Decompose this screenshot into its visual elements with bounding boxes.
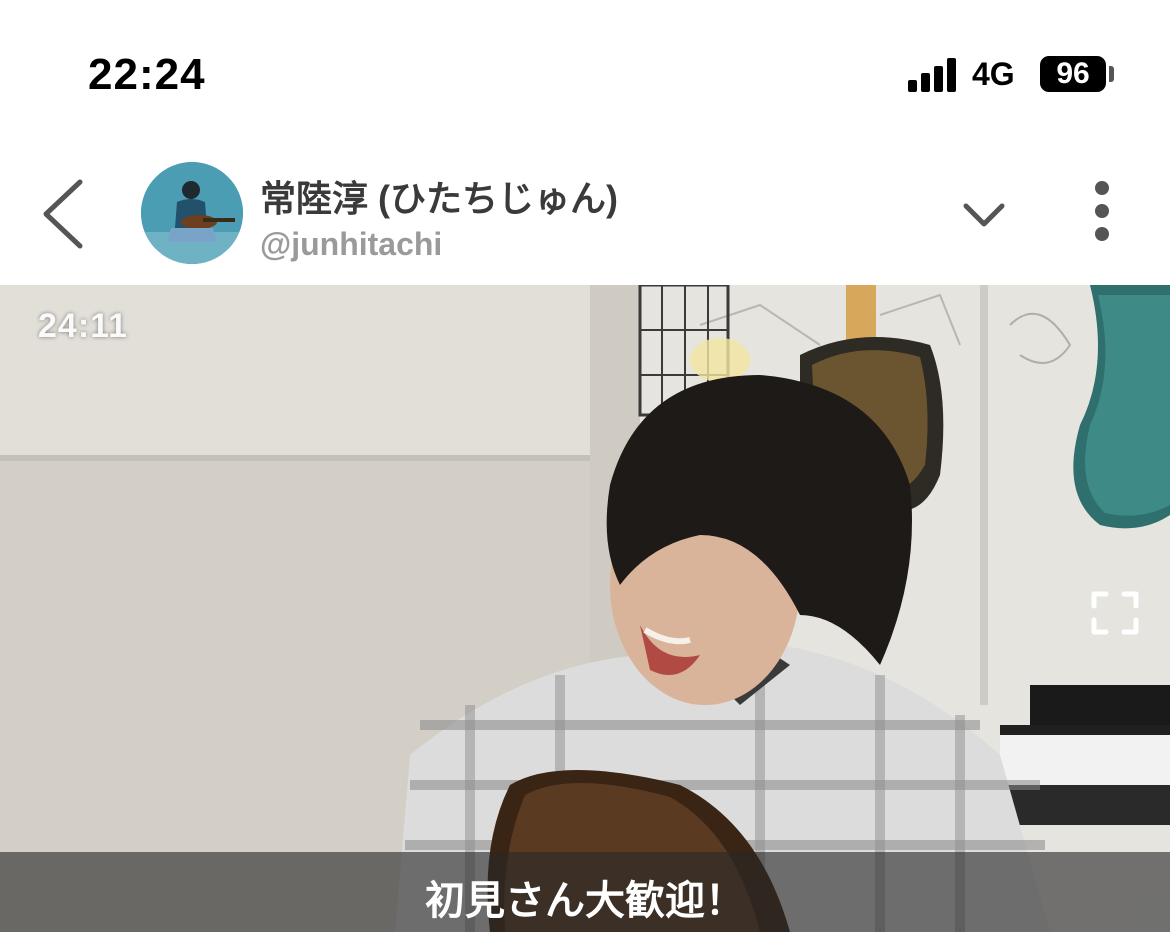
chevron-down-icon (963, 203, 1005, 227)
fullscreen-icon (1091, 591, 1139, 635)
status-time: 22:24 (88, 50, 206, 99)
video-frame (0, 285, 1170, 932)
avatar[interactable] (141, 162, 243, 264)
video-player[interactable]: 24:11 初見さん大歓迎！ (0, 285, 1170, 932)
signal-icon (908, 58, 960, 92)
battery-icon: 96 (1040, 56, 1106, 92)
network-type: 4G (972, 56, 1015, 92)
channel-header: 常陸淳 (ひたちじゅん) @junhitachi (0, 140, 1170, 285)
caption-bar: 初見さん大歓迎！ (0, 852, 1170, 932)
channel-name[interactable]: 常陸淳 (ひたちじゅん) (260, 170, 618, 222)
fullscreen-button[interactable] (1090, 590, 1140, 636)
expand-button[interactable] (960, 196, 1008, 236)
back-button[interactable] (36, 176, 92, 252)
video-timestamp: 24:11 (38, 307, 129, 345)
caption-text: 初見さん大歓迎！ (425, 879, 745, 923)
more-vertical-icon (1095, 181, 1109, 241)
channel-handle: @junhitachi (260, 226, 443, 262)
battery-nub (1109, 66, 1114, 82)
status-bar: 22:24 4G 96 (0, 0, 1170, 140)
back-chevron-icon (43, 179, 83, 249)
more-button[interactable] (1080, 180, 1124, 242)
